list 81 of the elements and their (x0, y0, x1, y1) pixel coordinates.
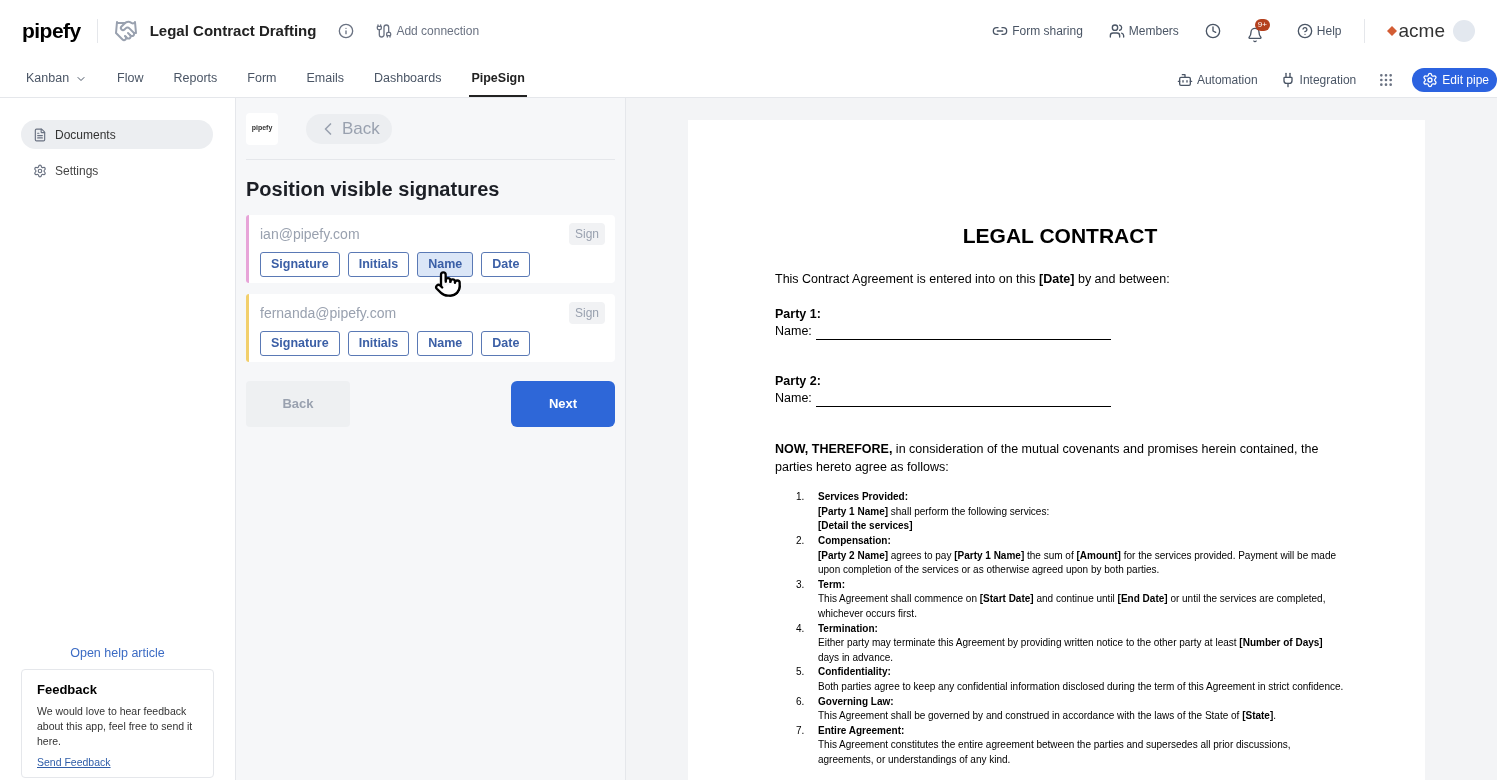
settings-icon (33, 163, 47, 178)
signer-email: fernanda@pipefy.com (260, 303, 397, 323)
nav-tab[interactable]: Flow (115, 62, 146, 97)
link-button[interactable]: Form sharing (992, 22, 1083, 40)
party-label: Party 2: (775, 373, 821, 391)
signature-field-button[interactable]: Name (417, 252, 474, 277)
sidebar-item[interactable]: Settings (21, 156, 213, 185)
notification-badge: 9+ (1254, 19, 1270, 31)
signature-field-button[interactable]: Date (481, 331, 531, 356)
robot-icon (1176, 71, 1193, 88)
name-label: Name: (775, 323, 812, 341)
nav-tab[interactable]: Emails (304, 62, 346, 97)
item-number: 3. (796, 577, 806, 592)
acme-logo: acme (1386, 16, 1445, 46)
name-label: Name: (775, 390, 812, 408)
signature-field-button[interactable]: Signature (260, 331, 340, 356)
item-title: Confidentiality: (818, 665, 891, 680)
item-number: 7. (796, 723, 806, 738)
members-button[interactable]: Members (1108, 22, 1179, 40)
help-link[interactable]: Open help article (21, 643, 214, 663)
item-title: Governing Law: (818, 694, 894, 709)
bell-button[interactable]: 9+ (1246, 19, 1271, 43)
signature-field-button[interactable]: Initials (347, 331, 410, 356)
signature-field-button[interactable]: Initials (347, 252, 410, 277)
nav-tab[interactable]: Form (245, 62, 279, 97)
automation-button[interactable]: Automation (1176, 62, 1258, 97)
info-icon[interactable] (338, 23, 355, 39)
next-button[interactable]: Next (511, 381, 615, 427)
help-button[interactable]: Help (1296, 22, 1342, 40)
item-text: [Party 2 Name] agrees to pay [Party 1 Name] the sum of [Amount] for the services provided. Payment will be made upon completion of the services or as otherwise agreed upon by both parties. (818, 548, 1337, 578)
nav-tab[interactable]: Reports (171, 62, 220, 97)
item-text: [Detail the services] (818, 519, 914, 534)
signature-field-button[interactable]: Name (417, 331, 474, 356)
feedback-title: Feedback (37, 680, 98, 699)
clock-icon (1204, 23, 1221, 39)
panel-title: Position visible signatures (246, 177, 501, 202)
nav-tab[interactable]: Dashboards (372, 62, 444, 97)
item-text: Either party may terminate this Agreement by providing written notice to the other party at least [Number of Days] days in advance. (818, 636, 1324, 665)
sidebar-item[interactable]: Documents (21, 120, 213, 149)
pipe-title: Legal Contract Drafting (149, 20, 317, 41)
edit-pipe-button[interactable]: Edit pipe (1412, 67, 1497, 92)
apps-grid-icon[interactable] (1378, 71, 1395, 88)
item-text: This Agreement constitutes the entire agreement between the parties and supersedes all prior discussions, agreements, or understandings of any kind. (818, 738, 1292, 767)
handshake-icon (113, 19, 138, 43)
item-number: 6. (796, 694, 806, 709)
item-number: 1. (796, 490, 806, 505)
item-number: 5. (796, 665, 806, 680)
signer-email: ian@pipefy.com (260, 224, 360, 244)
send-feedback-link[interactable]: Send Feedback (37, 756, 111, 768)
sign-label: Sign (568, 223, 605, 245)
party-label: Party 1: (775, 306, 821, 324)
item-title: Term: (818, 577, 846, 592)
integration-button[interactable]: Integration (1279, 62, 1357, 97)
item-text: This Agreement shall commence on [Start Date] and continue until [End Date] or until the services are completed, whichever occurs first. (818, 592, 1327, 621)
people-icon (1108, 23, 1125, 39)
item-number: 2. (796, 534, 806, 549)
settings-icon (1422, 71, 1439, 88)
item-title: Termination: (818, 621, 878, 636)
item-text: This Agreement shall be governed by and construed in accordance with the laws of the State of [State]. (818, 709, 1277, 724)
feedback-text: We would love to hear feedback about this app, feel free to send it here. (37, 704, 194, 749)
item-title: Services Provided: (818, 490, 909, 505)
document-paragraph: NOW, THEREFORE, in consideration of the mutual covenants and promises herein contained, the parties hereto agree as follows: (775, 441, 1320, 477)
nav-tab[interactable]: Kanban (24, 62, 90, 97)
document-icon (33, 127, 47, 142)
signature-field-button[interactable]: Date (481, 252, 531, 277)
item-text: [Party 1 Name] shall perform the following services: (818, 504, 1050, 519)
history-button[interactable] (1204, 23, 1221, 39)
item-text: Both parties agree to keep any confidential information disclosed during the term of this Agreement in strict confidence. (818, 679, 1344, 694)
item-number: 4. (796, 621, 806, 636)
item-title: Entire Agreement: (818, 723, 905, 738)
sign-label: Sign (568, 302, 605, 324)
help-icon (1296, 23, 1313, 39)
item-title: Compensation: (818, 534, 891, 549)
signature-field-button[interactable]: Signature (260, 252, 340, 277)
pipefy-logo[interactable]: pipefy (22, 15, 81, 47)
document-title: LEGAL CONTRACT (961, 223, 1159, 249)
bell-icon (1246, 27, 1263, 43)
connection-icon (376, 23, 393, 39)
document-paragraph: This Contract Agreement is entered into on this [Date] by and between: (775, 270, 1171, 288)
logo-mark-icon (1386, 26, 1397, 36)
add-connection-button[interactable]: Add connection (376, 22, 480, 40)
